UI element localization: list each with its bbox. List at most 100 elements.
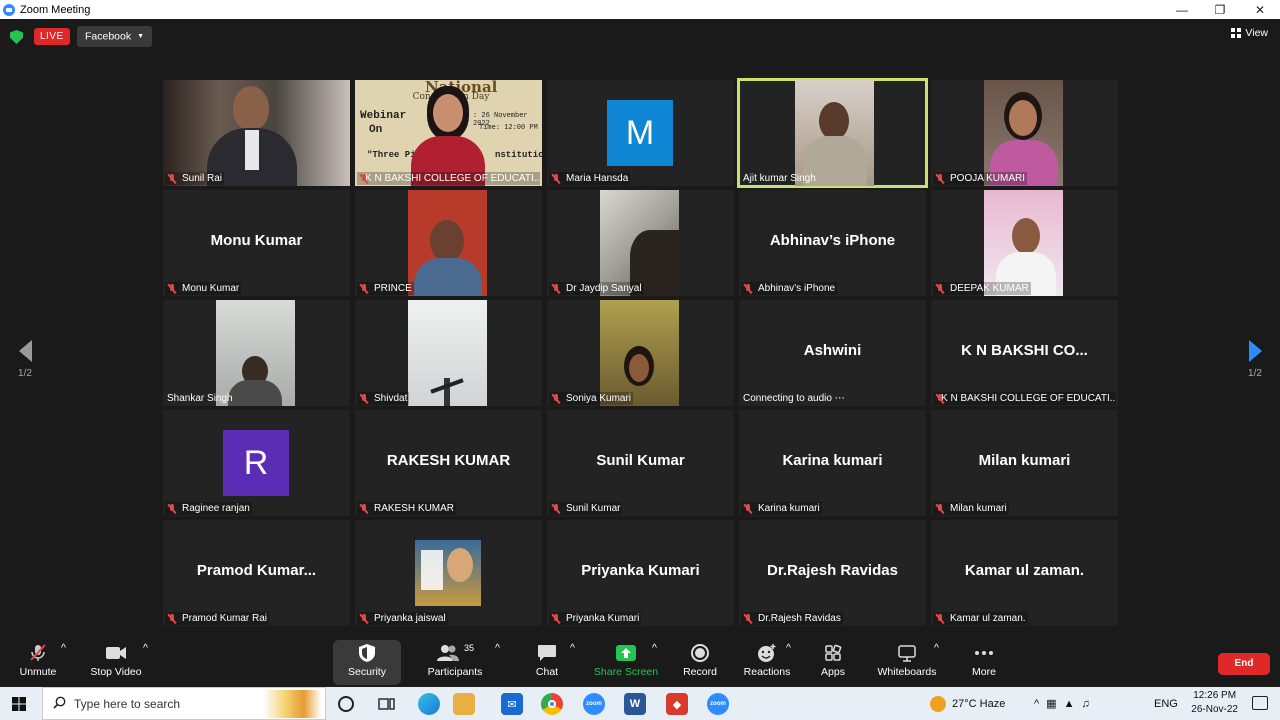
participant-name-label: Dr Jaydip Sanyal bbox=[549, 282, 644, 295]
share-screen-button[interactable]: Share Screen bbox=[592, 642, 660, 684]
end-meeting-button[interactable]: End bbox=[1218, 653, 1270, 675]
stream-target-dropdown[interactable]: Facebook ▼ bbox=[77, 26, 153, 47]
whiteboard-icon bbox=[874, 642, 940, 664]
participant-tile[interactable]: Sunil Rai bbox=[163, 80, 350, 186]
participant-tile[interactable]: National Constitution Day Webinar On : 2… bbox=[355, 80, 542, 186]
language-indicator[interactable]: ENG bbox=[1154, 687, 1178, 720]
participant-tile[interactable]: Shankar Singh bbox=[163, 300, 350, 406]
view-button[interactable]: View bbox=[1231, 27, 1268, 39]
taskbar-clock[interactable]: 12:26 PM 26-Nov-22 bbox=[1191, 689, 1238, 717]
more-button[interactable]: More bbox=[966, 642, 1002, 684]
participant-tile[interactable]: Ashwini Connecting to audio ⋯ bbox=[739, 300, 926, 406]
participant-video bbox=[408, 190, 487, 296]
record-button[interactable]: Record bbox=[680, 642, 720, 684]
reactions-options-chevron-icon[interactable]: ^ bbox=[786, 642, 791, 684]
participant-tile[interactable]: Pramod Kumar... Pramod Kumar Rai bbox=[163, 520, 350, 626]
chat-options-chevron-icon[interactable]: ^ bbox=[570, 642, 575, 684]
mail-icon[interactable]: ✉ bbox=[501, 693, 523, 715]
zoom-app-icon[interactable]: zoom bbox=[583, 693, 605, 715]
chat-label: Chat bbox=[535, 666, 559, 678]
reactions-button[interactable]: Reactions bbox=[742, 642, 792, 684]
more-dots-icon bbox=[966, 642, 1002, 664]
participant-display-name: Monu Kumar bbox=[210, 232, 303, 249]
close-window-button[interactable]: ✕ bbox=[1240, 0, 1280, 19]
weather-text: 27°C Haze bbox=[952, 697, 1006, 710]
system-tray-icons[interactable]: ^ ▦ ▲ ♫ bbox=[1034, 687, 1097, 720]
participant-name-label: Milan kumari bbox=[933, 502, 1009, 515]
participant-tile[interactable]: R Raginee ranjan bbox=[163, 410, 350, 516]
minimize-button[interactable]: — bbox=[1162, 0, 1202, 19]
share-options-chevron-icon[interactable]: ^ bbox=[652, 642, 657, 684]
participant-tile[interactable]: POOJA KUMARI bbox=[931, 80, 1118, 186]
taskbar-search-box[interactable]: Type here to search bbox=[42, 687, 326, 720]
participant-name-label: Abhinav’s iPhone bbox=[741, 282, 838, 295]
participant-tile[interactable]: M Maria Hansda bbox=[547, 80, 734, 186]
notification-center-icon[interactable] bbox=[1252, 696, 1268, 710]
participant-tile[interactable]: Dr.Rajesh Ravidas Dr.Rajesh Ravidas bbox=[739, 520, 926, 626]
participant-video: National Constitution Day Webinar On : 2… bbox=[355, 80, 542, 186]
meeting-topbar: LIVE Facebook ▼ View bbox=[0, 19, 1280, 57]
participant-display-name: K N BAKSHI CO... bbox=[961, 342, 1088, 359]
word-icon[interactable]: W bbox=[624, 693, 646, 715]
live-badge[interactable]: LIVE bbox=[34, 28, 70, 45]
participant-tile-active-speaker[interactable]: Ajit kumar Singh bbox=[737, 78, 928, 188]
security-button[interactable]: Security bbox=[340, 642, 394, 684]
chrome-icon[interactable] bbox=[541, 693, 563, 715]
tray-chevron-up-icon: ^ bbox=[1034, 697, 1047, 710]
cortana-icon[interactable] bbox=[338, 696, 354, 712]
participant-tile[interactable]: Soniya Kumari bbox=[547, 300, 734, 406]
participants-options-chevron-icon[interactable]: ^ bbox=[495, 642, 500, 684]
participant-name: Priyanka Kumari bbox=[566, 613, 640, 624]
encryption-shield-icon[interactable] bbox=[10, 30, 23, 44]
participant-avatar: M bbox=[607, 100, 673, 166]
participant-tile[interactable]: Kamar ul zaman. Kamar ul zaman. bbox=[931, 520, 1118, 626]
whiteboards-options-chevron-icon[interactable]: ^ bbox=[934, 642, 939, 684]
participant-tile[interactable]: Karina kumari Karina kumari bbox=[739, 410, 926, 516]
participant-tile[interactable]: K N BAKSHI CO... K N BAKSHI COLLEGE OF E… bbox=[931, 300, 1118, 406]
participant-tile[interactable]: Shivdat bbox=[355, 300, 542, 406]
participant-tile[interactable]: DEEPAK KUMAR bbox=[931, 190, 1118, 296]
participant-display-name: RAKESH KUMAR bbox=[386, 452, 511, 469]
participant-tile[interactable]: Abhinav’s iPhone Abhinav’s iPhone bbox=[739, 190, 926, 296]
participant-name: Kamar ul zaman. bbox=[950, 613, 1026, 624]
tray-battery-icon: ▦ bbox=[1046, 698, 1064, 710]
participant-tile[interactable]: PRINCE bbox=[355, 190, 542, 296]
file-explorer-icon[interactable] bbox=[453, 693, 475, 715]
chat-button[interactable]: Chat bbox=[527, 642, 567, 684]
anydesk-icon[interactable]: ◆ bbox=[666, 693, 688, 715]
participant-name-label: Maria Hansda bbox=[549, 172, 631, 185]
weather-widget[interactable]: 27°C Haze bbox=[930, 687, 1005, 720]
participant-tile[interactable]: Priyanka jaiswal bbox=[355, 520, 542, 626]
grid-view-icon bbox=[1231, 28, 1242, 38]
participant-tile[interactable]: RAKESH KUMAR RAKESH KUMAR bbox=[355, 410, 542, 516]
apps-button[interactable]: Apps bbox=[816, 642, 850, 684]
mic-muted-icon bbox=[359, 613, 368, 624]
next-page-button[interactable]: 1/2 bbox=[1240, 340, 1270, 379]
participant-tile[interactable]: Priyanka Kumari Priyanka Kumari bbox=[547, 520, 734, 626]
edge-browser-icon[interactable] bbox=[418, 693, 440, 715]
windows-start-icon[interactable] bbox=[12, 697, 26, 711]
video-options-chevron-icon[interactable]: ^ bbox=[143, 642, 148, 684]
chevron-down-icon: ▼ bbox=[137, 33, 145, 40]
participant-tile[interactable]: Dr Jaydip Sanyal bbox=[547, 190, 734, 296]
mic-muted-icon bbox=[935, 173, 944, 184]
participant-tile[interactable]: Sunil Kumar Sunil Kumar bbox=[547, 410, 734, 516]
stop-video-button[interactable]: Stop Video bbox=[88, 642, 144, 684]
poster-quote-end: nstitution bbox=[495, 150, 542, 160]
participant-name: Karina kumari bbox=[758, 503, 820, 514]
participant-name-label: Priyanka jaiswal bbox=[357, 612, 448, 625]
participants-button[interactable]: 35 Participants bbox=[424, 642, 486, 684]
arrow-right-icon bbox=[1248, 340, 1262, 362]
mic-muted-icon bbox=[359, 503, 368, 514]
participant-tile[interactable]: Monu Kumar Monu Kumar bbox=[163, 190, 350, 296]
maximize-button[interactable]: ❐ bbox=[1200, 0, 1240, 19]
task-view-icon[interactable] bbox=[378, 696, 396, 712]
whiteboards-button[interactable]: Whiteboards bbox=[874, 642, 940, 684]
unmute-button[interactable]: Unmute bbox=[18, 642, 58, 684]
mic-muted-icon bbox=[167, 503, 176, 514]
zoom-meeting-icon[interactable]: zoom bbox=[707, 693, 729, 715]
audio-options-chevron-icon[interactable]: ^ bbox=[61, 642, 66, 684]
participant-status: Connecting to audio ⋯ bbox=[743, 393, 845, 404]
participant-tile[interactable]: Milan kumari Milan kumari bbox=[931, 410, 1118, 516]
prev-page-button[interactable]: 1/2 bbox=[10, 340, 40, 379]
